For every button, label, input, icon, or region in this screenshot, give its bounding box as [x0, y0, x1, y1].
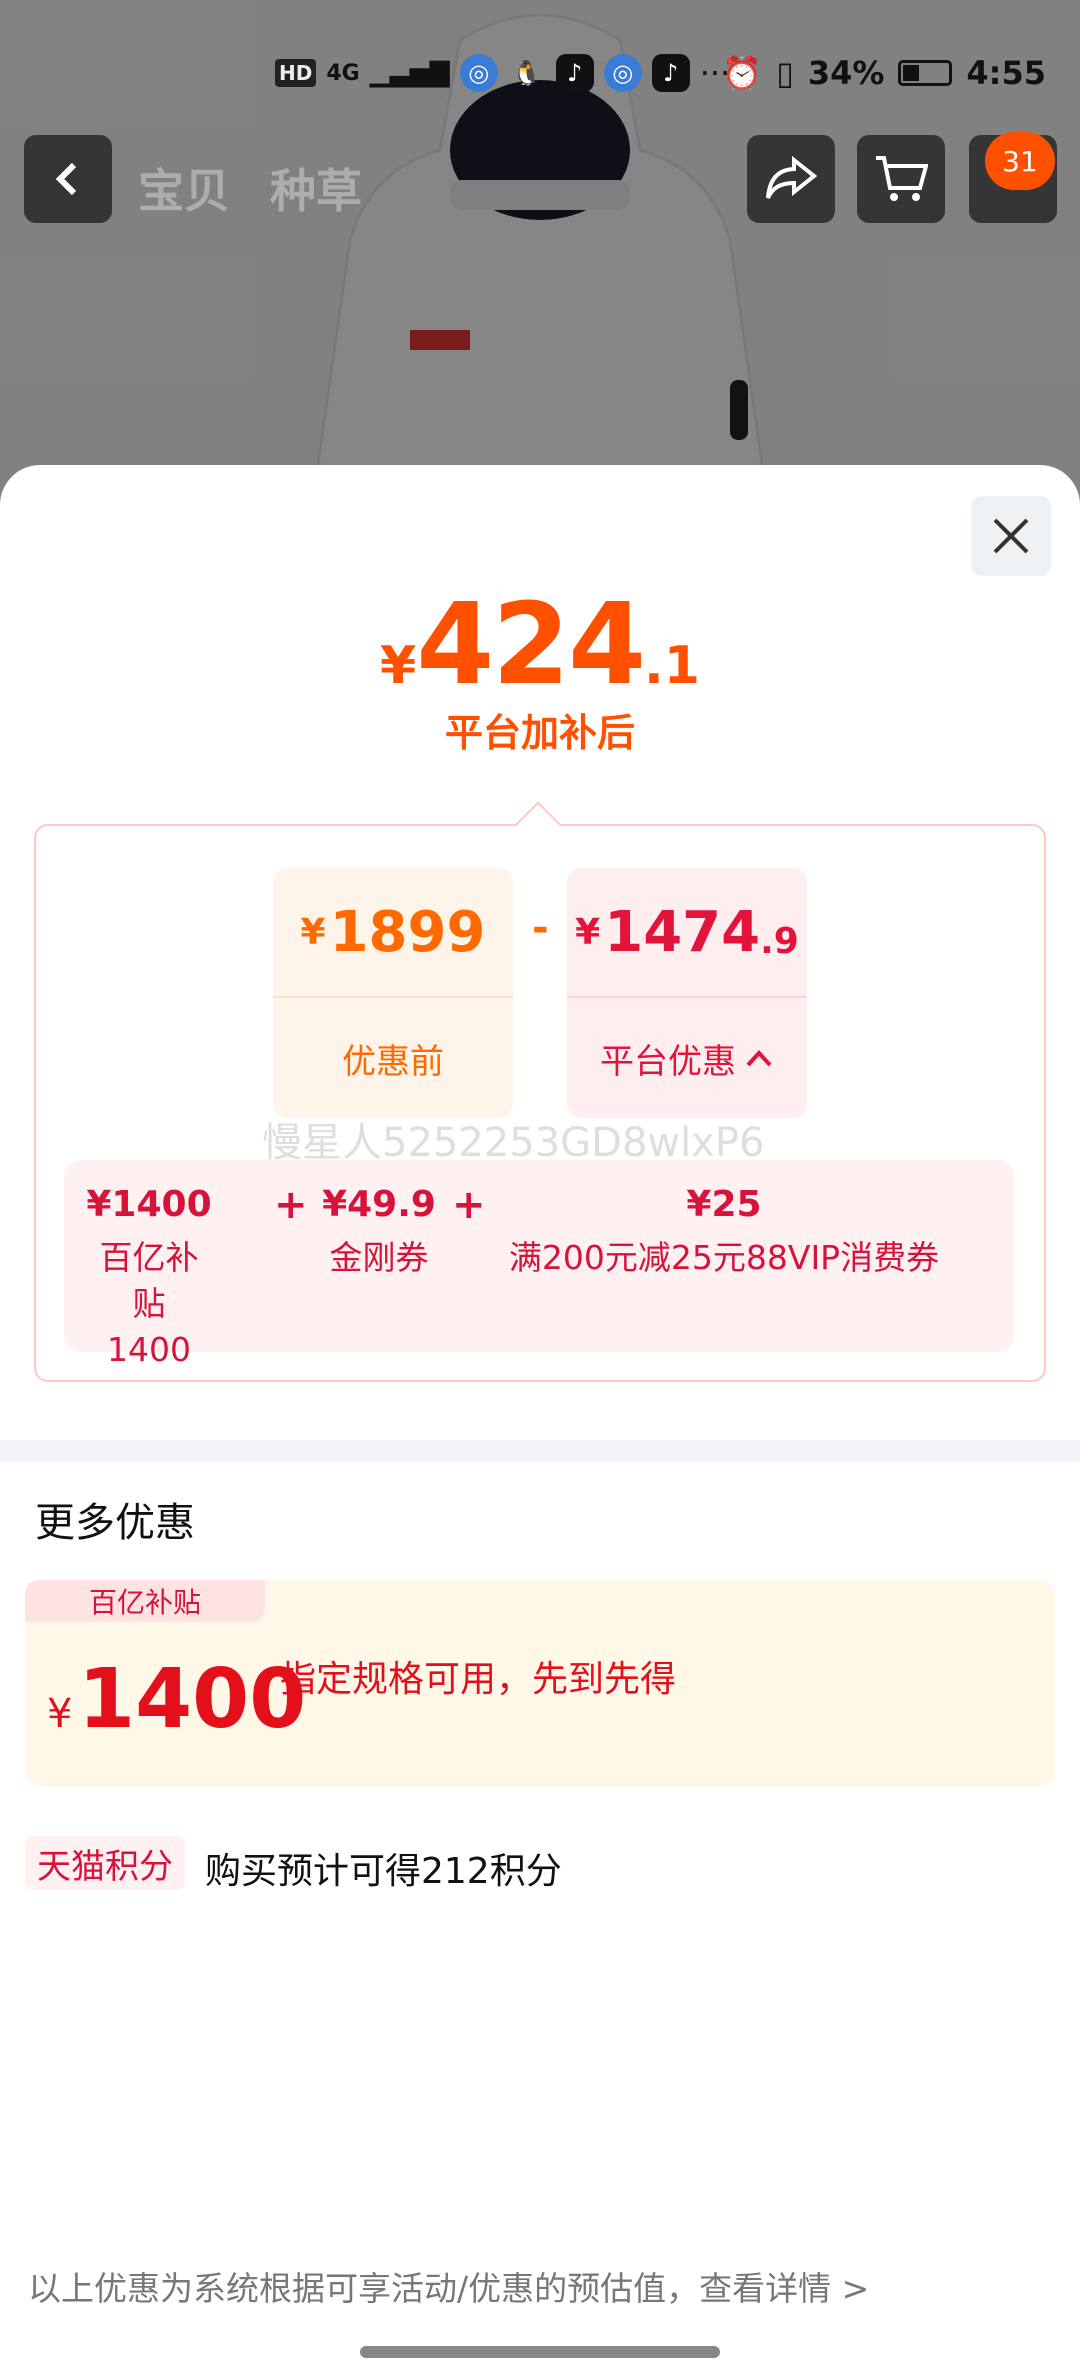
close-icon [993, 518, 1029, 554]
browser-app-icon: ◎ [459, 54, 498, 92]
platform-decimal: .9 [760, 921, 799, 962]
breakdown-name: 百亿补贴 1400 [99, 1238, 199, 1369]
share-button[interactable] [747, 135, 835, 223]
subsidy-tag: 百亿补贴 [25, 1580, 265, 1622]
subsidy-offer-card[interactable]: 百亿补贴 ¥ 1400 指定规格可用，先到先得 [25, 1580, 1055, 1786]
share-icon [766, 156, 818, 199]
signal-bars-icon: ▁▃▅▇ [369, 58, 450, 88]
platform-discount-card[interactable]: ¥1474.9 平台优惠 [567, 868, 807, 1118]
subsidy-currency: ¥ [47, 1691, 73, 1737]
section-divider [0, 1440, 1080, 1462]
original-price-card: ¥1899 优惠前 [273, 868, 513, 1118]
back-button[interactable] [24, 135, 112, 223]
breakdown-amount: ¥25 [686, 1184, 762, 1225]
clock: 4:55 [966, 54, 1046, 92]
close-button[interactable] [971, 496, 1051, 576]
browser-app-icon-2: ◎ [603, 54, 642, 92]
subsidy-description: 指定规格可用，先到先得 [280, 1659, 677, 1700]
breakdown-name: 金刚券 [329, 1238, 429, 1277]
price-caption: 平台加补后 [444, 711, 635, 755]
chevron-up-icon [746, 1050, 772, 1067]
discount-breakdown: ¥1400 百亿补贴 1400 + ¥49.9 金刚券 + ¥25 满200元减… [64, 1160, 1014, 1369]
final-price: ¥424.1 [0, 580, 1080, 710]
tiktok-app-icon: ♪ [555, 54, 594, 92]
disclaimer-link[interactable]: 以上优惠为系统根据可享活动/优惠的预估值，查看详情 > [28, 2262, 869, 2310]
plus-operator: + [452, 1182, 486, 1228]
breakdown-name: 满200元减25元88VIP消费券 [508, 1238, 940, 1277]
vibrate-icon: ▯ [776, 54, 794, 92]
plus-operator: + [274, 1182, 308, 1228]
breakdown-amount: ¥49.9 [322, 1184, 436, 1225]
tiktok-app-icon-2: ♪ [651, 54, 690, 92]
tab-product[interactable]: 宝贝 [138, 155, 230, 221]
battery-icon [898, 60, 953, 86]
breakdown-item-subsidy: ¥1400 百亿补贴 1400 [84, 1184, 214, 1373]
battery-percent: 34% [807, 54, 885, 92]
before-label: 优惠前 [342, 1041, 444, 1082]
subsidy-value: 1400 [78, 1652, 307, 1747]
subsidy-amount: ¥ 1400 [47, 1652, 306, 1747]
breakdown-item-vip: ¥25 满200元减25元88VIP消费券 [494, 1184, 954, 1281]
price-currency: ¥ [380, 636, 417, 696]
platform-value: 1474 [604, 899, 761, 965]
price-decimal: .1 [644, 636, 700, 696]
qq-app-icon: 🐧 [511, 59, 542, 87]
alarm-icon: ⏰ [722, 54, 763, 92]
breakdown-amount: ¥1400 [86, 1184, 212, 1225]
platform-currency: ¥ [575, 911, 601, 953]
top-tabs: 宝贝 种草 [138, 155, 362, 221]
price-integer: 424 [416, 580, 646, 710]
minus-operator: - [532, 905, 549, 951]
tmall-points-tag: 天猫积分 [25, 1836, 185, 1890]
hd-indicator: HD [275, 59, 317, 87]
cart-button[interactable] [857, 135, 945, 223]
signal-icon: 4G [326, 60, 360, 86]
more-offers-title: 更多优惠 [35, 1500, 195, 1546]
chevron-left-icon [55, 162, 77, 196]
status-bar: HD 4G ▁▃▅▇ ◎ 🐧 ♪ ◎ ♪ ··· ⏰ ▯ 34% 4:55 [0, 40, 1080, 112]
before-value: 1899 [329, 899, 486, 965]
platform-label: 平台优惠 [600, 1041, 736, 1082]
points-estimate: 购买预计可得212积分 [205, 1851, 562, 1892]
tab-grass[interactable]: 种草 [270, 155, 362, 221]
cart-count-badge: 31 [985, 132, 1055, 190]
before-currency: ¥ [300, 911, 326, 953]
home-indicator[interactable] [360, 2346, 720, 2358]
breakdown-item-coupon: ¥49.9 金刚券 [319, 1184, 439, 1281]
cart-icon [876, 156, 928, 201]
